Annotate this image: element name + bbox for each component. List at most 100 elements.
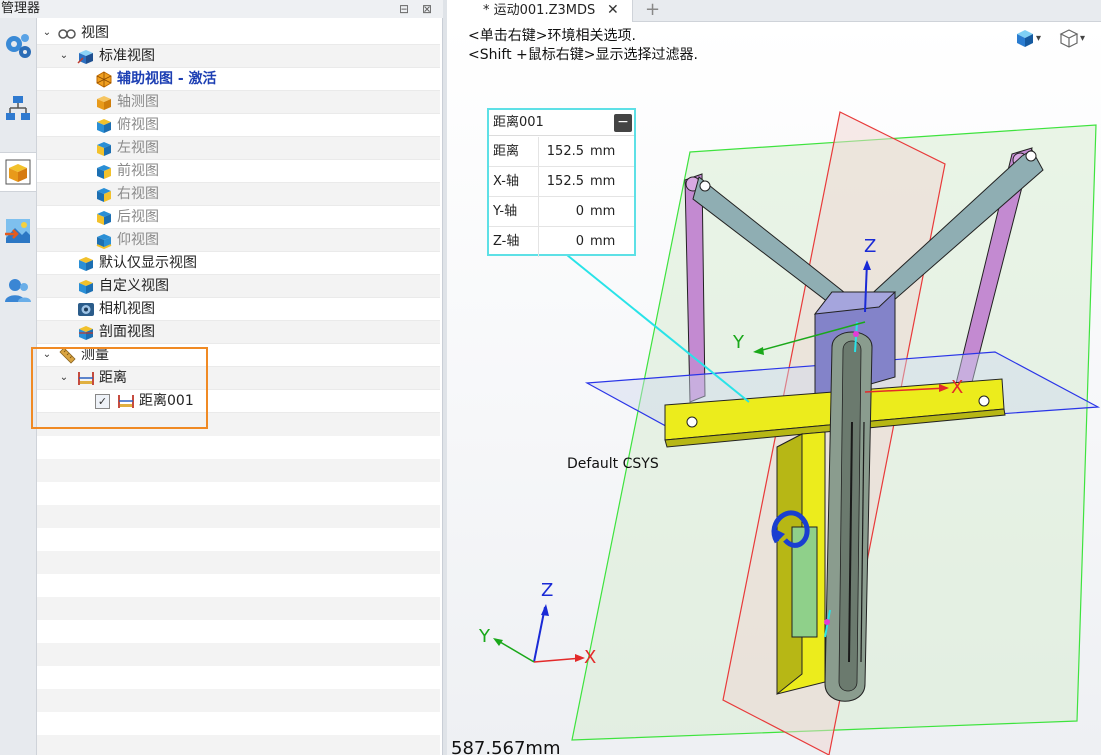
collapse-icon[interactable]: ⌄ [41,27,53,39]
tree-row-isometric[interactable]: 轴测图 [37,91,440,114]
section-view-icon [79,326,93,340]
tree-label-left-view: 左视图 [117,140,159,156]
tree-label-views: 视图 [81,25,109,41]
tree-row-distance[interactable]: ⌄ 距离 [37,367,440,390]
landscape-icon [5,219,30,243]
tree-row-distance-001[interactable]: ✓ 距离001 [37,390,440,413]
tree-label-bottom-view: 仰视图 [117,232,159,248]
collapse-icon[interactable]: ⌄ [58,372,70,384]
tree-label-distance-001: 距离001 [139,393,194,409]
tree-label-default-display: 默认仅显示视图 [99,255,197,271]
tree-row-bottom-view[interactable]: 仰视图 [37,229,440,252]
user-icon [5,279,31,302]
distance-icon [118,395,134,408]
collapse-panel-button[interactable]: − [614,114,632,132]
world-y-label: Y [479,626,490,647]
local-z-label: Z [864,236,877,257]
hierarchy-icon [6,96,30,120]
collapse-icon[interactable]: ⌄ [41,349,53,361]
tree-label-top-view: 俯视图 [117,117,159,133]
wireframe-display-button[interactable]: ▾ [1059,28,1085,48]
manager-title: 管理器 [1,1,41,16]
bottom-view-icon [96,234,112,249]
local-x-label: X [951,377,964,398]
measurement-value: 0 [538,227,586,257]
close-panel-button[interactable]: ⊠ [419,1,435,17]
sidetab-user[interactable] [0,270,36,310]
measurement-value: 152.5 [538,137,586,167]
tree-label-measure: 测量 [81,347,109,363]
tree-row-standard-views[interactable]: ⌄ 标准视图 [37,45,440,68]
tree-row-section-view[interactable]: 剖面视图 [37,321,440,344]
camera-icon [78,303,94,316]
dropdown-arrow-icon[interactable]: ▾ [1036,33,1041,44]
close-tab-icon[interactable]: ✕ [607,0,619,20]
tree-row-aux-view[interactable]: 辅助视图 - 激活 [37,68,440,91]
tree-label-front-view: 前视图 [117,163,159,179]
restore-panel-button[interactable]: ⊟ [396,1,412,17]
measurement-row-distance: 距离 152.5 mm [489,137,634,167]
sidetab-gears[interactable] [0,26,36,66]
tree-row-top-view[interactable]: 俯视图 [37,114,440,137]
measurement-title: 距离001 [493,115,544,130]
gears-icon [6,34,31,58]
measurement-panel[interactable]: 距离001 − 距离 152.5 mm X-轴 152.5 mm Y-轴 0 m… [487,108,636,257]
tree-label-camera-view: 相机视图 [99,301,155,317]
tree-row-camera-view[interactable]: 相机视图 [37,298,440,321]
new-tab-button[interactable]: + [645,0,660,20]
manager-titlebar: 管理器 ⊟ ⊠ [0,0,443,18]
measurement-unit: mm [590,204,616,219]
right-view-icon [97,188,111,202]
manager-panel: 管理器 ⊟ ⊠ ⌄ 视图 ⌄ 标准视图 辅助视图 - 激活 轴测图 俯视图 左视… [0,0,443,755]
visibility-checkbox[interactable]: ✓ [95,394,110,409]
world-x-axis [533,657,583,663]
graphics-viewport[interactable]: Z Y X Z Y X <单击右键>环境相关选项. <Shift +鼠标右键>显… [447,22,1101,755]
tree-row-measure[interactable]: ⌄ 测量 [37,344,440,367]
measurement-label: Y-轴 [493,204,518,219]
dropdown-arrow-icon[interactable]: ▾ [1080,33,1085,44]
tree-row-right-view[interactable]: 右视图 [37,183,440,206]
hint-shift-right-click: <Shift +鼠标右键>显示选择过滤器. [468,47,698,63]
measurement-value: 152.5 [538,167,586,197]
measurement-row-x: X-轴 152.5 mm [489,167,634,197]
tree-label-isometric: 轴测图 [117,94,159,110]
measurement-value: 0 [538,197,586,227]
document-tab-label: * 运动001.Z3MDS [483,3,596,18]
top-view-icon [97,119,111,133]
tree-row-custom-view[interactable]: 自定义视图 [37,275,440,298]
tree-row-back-view[interactable]: 后视图 [37,206,440,229]
tree-row-views[interactable]: ⌄ 视图 [37,22,440,45]
tree-label-aux-view: 辅助视图 - 激活 [117,71,217,87]
standard-view-icon [77,50,93,64]
default-view-icon [79,257,93,271]
front-view-icon [97,165,111,179]
manager-sidebar [0,18,37,755]
sidetab-landscape[interactable] [0,211,36,251]
tree-row-front-view[interactable]: 前视图 [37,160,440,183]
world-z-label: Z [541,580,554,601]
tree-label-distance: 距离 [99,370,127,386]
measurement-row-z: Z-轴 0 mm [489,227,634,257]
hint-right-click: <单击右键>环境相关选项. [468,28,636,44]
tree-label-standard-views: 标准视图 [99,48,155,64]
world-x-label: X [584,647,597,668]
glasses-icon [58,29,76,39]
coordinate-readout: 587.567mm [451,738,561,755]
local-y-label: Y [733,332,744,353]
measurement-unit: mm [590,234,616,249]
document-tab[interactable]: * 运动001.Z3MDS ✕ [447,0,633,22]
distance-icon [78,372,94,385]
measurement-row-y: Y-轴 0 mm [489,197,634,227]
measurement-label: Z-轴 [493,234,520,249]
measurement-label: 距离 [493,144,520,159]
tree-row-default-display[interactable]: 默认仅显示视图 [37,252,440,275]
default-csys-label: Default CSYS [567,456,659,472]
sidetab-hierarchy[interactable] [0,88,36,128]
shaded-display-button[interactable]: ▾ [1015,28,1041,48]
tree-row-left-view[interactable]: 左视图 [37,137,440,160]
collapse-icon[interactable]: ⌄ [58,50,70,62]
sidetab-views[interactable] [0,152,36,192]
view-cube-icon [5,159,31,185]
wireframe-cube-icon [1059,29,1079,48]
document-tabbar: * 运动001.Z3MDS ✕ + [447,0,1101,22]
